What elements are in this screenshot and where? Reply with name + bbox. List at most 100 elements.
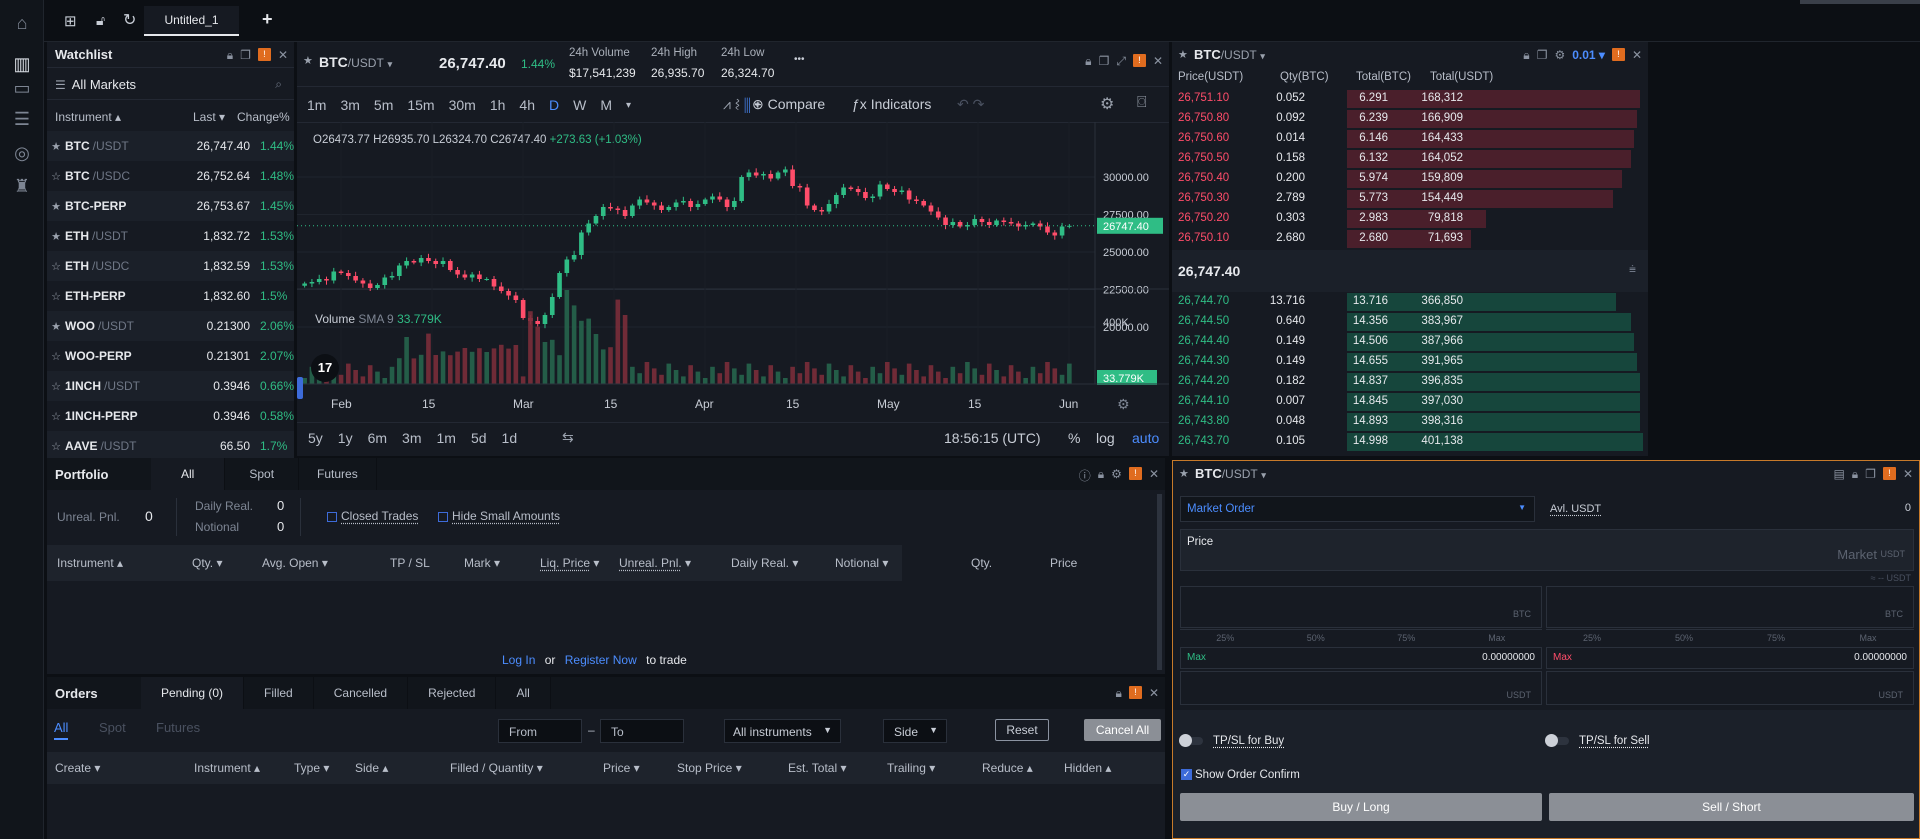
lock-icon[interactable]: 🔒︎ xyxy=(1852,467,1858,482)
market-filter[interactable]: ☰ All Markets ⌕ xyxy=(47,70,294,100)
earn-icon[interactable]: ◎ xyxy=(11,142,33,164)
tab-filled[interactable]: Filled xyxy=(244,677,314,709)
star-icon[interactable]: ★ xyxy=(47,230,65,243)
alert-badge[interactable]: ! xyxy=(257,48,271,61)
lock-icon[interactable]: 🔒︎ xyxy=(1116,686,1122,701)
info-icon[interactable]: ⓘ xyxy=(1079,467,1091,484)
trade-symbol[interactable]: BTC/USDT ▾ xyxy=(1195,466,1266,481)
buy-amount-input[interactable]: BTC xyxy=(1180,586,1542,628)
alert-badge[interactable]: ! xyxy=(1128,686,1142,699)
pf-col[interactable]: Qty. ▾ xyxy=(192,556,222,570)
settings-icon[interactable]: ⚙ xyxy=(1100,94,1114,114)
percent-step[interactable]: Max xyxy=(1451,629,1542,645)
percent-step[interactable]: 50% xyxy=(1638,629,1730,645)
settings-icon[interactable]: ⚙ xyxy=(1554,48,1565,63)
pf-col[interactable]: Unreal. Pnl. ▾ xyxy=(619,556,691,570)
alert-badge[interactable]: ! xyxy=(1132,54,1146,67)
price-chart[interactable]: 30000.0027500.0025000.0022500.0020000.00… xyxy=(297,122,1169,422)
trophy-icon[interactable]: ♜ xyxy=(11,175,33,197)
undo-redo-icon[interactable]: ↶ ↷ xyxy=(957,96,984,113)
orders-col[interactable]: Price ▾ xyxy=(603,761,640,775)
range-1d[interactable]: 1d xyxy=(502,430,525,446)
side-select[interactable]: Side ▼ xyxy=(883,719,947,743)
orderbook-symbol[interactable]: BTC/USDT ▾ xyxy=(1194,47,1265,62)
wallet-icon[interactable]: ▭ xyxy=(11,77,33,99)
close-icon[interactable]: ✕ xyxy=(278,48,288,63)
search-list-icon[interactable]: ☰ xyxy=(11,108,33,130)
percent-toggle[interactable]: % xyxy=(1068,430,1080,446)
pf-col[interactable]: Instrument ▴ xyxy=(57,556,123,570)
sell-percent-slider[interactable]: 25% 50% 75% Max xyxy=(1546,629,1914,645)
star-icon[interactable]: ☆ xyxy=(47,380,65,393)
lock-icon[interactable]: 🔒︎ xyxy=(1085,54,1091,69)
sell-amount-input[interactable]: BTC xyxy=(1546,586,1914,628)
tab-all[interactable]: All xyxy=(151,458,226,490)
close-icon[interactable]: ✕ xyxy=(1149,467,1159,484)
orders-col[interactable]: Reduce ▴ xyxy=(982,761,1033,775)
alert-badge[interactable]: ! xyxy=(1611,48,1625,61)
camera-icon[interactable]: ⌼ xyxy=(1137,94,1147,112)
close-icon[interactable]: ✕ xyxy=(1149,686,1159,701)
tab-futures[interactable]: Futures xyxy=(299,458,377,490)
register-link[interactable]: Register Now xyxy=(565,653,637,667)
hide-small-checkbox[interactable]: Hide Small Amounts xyxy=(438,509,560,523)
timeframe-D[interactable]: D xyxy=(542,97,566,113)
timeframe-1m[interactable]: 1m xyxy=(300,97,333,113)
tpsl-buy-toggle[interactable]: TP/SL for Buy xyxy=(1179,733,1284,747)
close-icon[interactable]: ✕ xyxy=(1153,54,1163,69)
star-icon[interactable]: ☆ xyxy=(47,290,65,303)
asks-row[interactable]: 26,750.80 0.092 6.239 166,909 xyxy=(1172,109,1643,129)
chart-symbol[interactable]: BTC/USDT ▾ xyxy=(319,54,392,70)
range-5y[interactable]: 5y xyxy=(308,430,330,446)
date-range-icon[interactable]: ⇆ xyxy=(562,429,574,446)
timeframe-W[interactable]: W xyxy=(566,97,593,113)
compare-button[interactable]: ⊕ Compare xyxy=(752,96,825,113)
range-5d[interactable]: 5d xyxy=(471,430,494,446)
timeframe-15m[interactable]: 15m xyxy=(400,97,441,113)
popout-icon[interactable]: ❐ xyxy=(240,48,251,63)
fullscreen-icon[interactable]: ⤢ xyxy=(1116,54,1126,69)
bids-row[interactable]: 26,744.20 0.182 14.837 396,835 xyxy=(1172,372,1643,392)
subtab-spot[interactable]: Spot xyxy=(99,720,126,735)
close-icon[interactable]: ✕ xyxy=(1632,48,1642,63)
favorite-star-icon[interactable]: ★ xyxy=(303,54,313,67)
pf-col[interactable]: Mark ▾ xyxy=(464,556,500,570)
settings-icon[interactable]: ⚙ xyxy=(1111,467,1122,484)
closed-trades-checkbox[interactable]: Closed Trades xyxy=(327,509,418,523)
sell-total-input[interactable]: USDT xyxy=(1546,671,1914,705)
buy-total-input[interactable]: USDT xyxy=(1180,671,1542,705)
lock-icon[interactable]: 🔒︎ xyxy=(1098,467,1104,484)
percent-step[interactable]: 75% xyxy=(1730,629,1822,645)
popout-icon[interactable]: ❐ xyxy=(1537,48,1548,63)
orders-col[interactable]: Side ▴ xyxy=(355,761,388,775)
gear-icon[interactable]: ⚙ xyxy=(1117,397,1130,413)
asks-row[interactable]: 26,750.40 0.200 5.974 159,809 xyxy=(1172,169,1643,189)
tab-all-orders[interactable]: All xyxy=(496,677,551,709)
star-icon[interactable]: ☆ xyxy=(47,410,65,423)
star-icon[interactable]: ★ xyxy=(47,140,65,153)
percent-step[interactable]: 50% xyxy=(1270,629,1361,645)
timeframe-30m[interactable]: 30m xyxy=(442,97,483,113)
col-last[interactable]: Last ▾ xyxy=(193,110,225,124)
watchlist-row[interactable]: ☆ BTC/USDC 26,752.64 1.48% xyxy=(47,161,294,191)
tradingview-logo[interactable]: 17 xyxy=(311,354,339,382)
bids-row[interactable]: 26,744.50 0.640 14.356 383,967 xyxy=(1172,312,1643,332)
popout-icon[interactable]: ❐ xyxy=(1099,54,1110,69)
watchlist-row[interactable]: ☆ WOO-PERP 0.21301 2.07% xyxy=(47,341,294,371)
orders-col[interactable]: Stop Price ▾ xyxy=(677,761,742,775)
lock-icon[interactable]: 🔒︎ xyxy=(227,48,233,63)
lock-icon[interactable]: 🔒︎ xyxy=(1523,48,1529,63)
star-icon[interactable]: ★ xyxy=(47,320,65,333)
star-icon[interactable]: ☆ xyxy=(47,260,65,273)
timeframe-3m[interactable]: 3m xyxy=(333,97,366,113)
timeframe-4h[interactable]: 4h xyxy=(512,97,542,113)
calculator-icon[interactable]: ▤ xyxy=(1833,467,1844,482)
asks-row[interactable]: 26,750.30 2.789 5.773 154,449 xyxy=(1172,189,1643,209)
star-icon[interactable]: ☆ xyxy=(47,440,65,453)
watchlist-row[interactable]: ★ BTC/USDT 26,747.40 1.44% xyxy=(47,131,294,161)
timeframe-dropdown-icon[interactable]: ▾ xyxy=(619,100,638,111)
tab-untitled[interactable]: Untitled_1 xyxy=(144,6,239,36)
watchlist-row[interactable]: ★ BTC-PERP 26,753.67 1.45% xyxy=(47,191,294,221)
popout-icon[interactable]: ❐ xyxy=(1865,467,1876,482)
login-link[interactable]: Log In xyxy=(502,653,535,667)
